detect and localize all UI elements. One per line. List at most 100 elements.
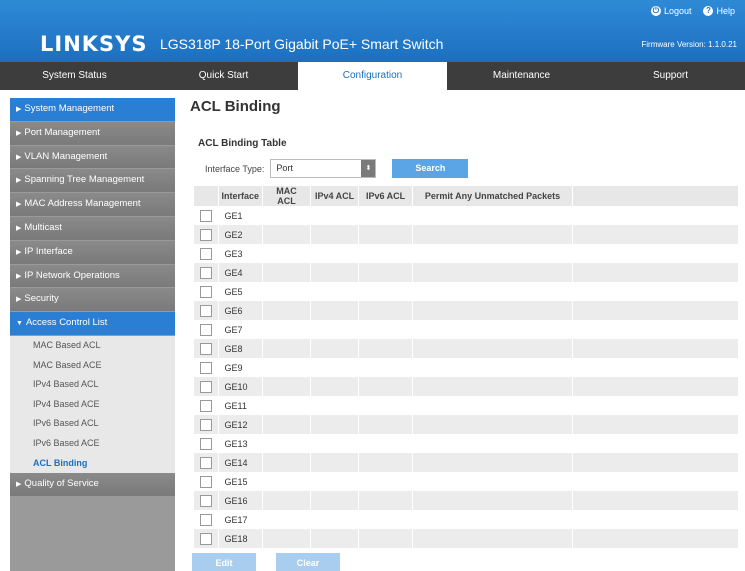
row-select-cell xyxy=(194,529,219,548)
spacer-cell xyxy=(572,358,739,377)
row-checkbox[interactable] xyxy=(199,342,212,355)
ipv4-acl-cell xyxy=(310,415,360,434)
ipv6-acl-cell xyxy=(358,320,414,339)
triangle-right-icon: ▶ xyxy=(16,481,22,489)
mac-acl-cell xyxy=(262,434,312,453)
sidebar-subitem-ipv4-based-acl[interactable]: IPv4 Based ACL xyxy=(10,375,175,395)
ipv4-acl-cell xyxy=(310,377,360,396)
sidebar-item-spanning-tree[interactable]: ▶ Spanning Tree Management xyxy=(10,169,175,193)
sidebar-item-security[interactable]: ▶ Security xyxy=(10,288,175,312)
permit-any-cell xyxy=(412,491,574,510)
ipv4-acl-cell xyxy=(310,263,360,282)
sidebar-subitem-mac-based-acl[interactable]: MAC Based ACL xyxy=(10,336,175,356)
sidebar-item-label: Access Control List xyxy=(25,317,108,329)
row-checkbox[interactable] xyxy=(199,285,212,298)
row-select-cell xyxy=(194,320,219,339)
sidebar-item-quality-of-service[interactable]: ▶ Quality of Service xyxy=(10,473,175,496)
clear-button[interactable]: Clear xyxy=(276,553,340,571)
column-header-mac-acl: MAC ACL xyxy=(262,186,312,206)
row-checkbox[interactable] xyxy=(199,475,212,488)
sidebar-item-label: Multicast xyxy=(24,221,62,233)
tab-support[interactable]: Support xyxy=(596,62,745,90)
mac-acl-cell xyxy=(262,491,312,510)
sidebar-item-mac-address[interactable]: ▶ MAC Address Management xyxy=(10,193,175,216)
sidebar-subitem-mac-based-ace[interactable]: MAC Based ACE xyxy=(10,356,175,376)
mac-acl-cell xyxy=(262,358,312,377)
spacer-cell xyxy=(572,453,739,472)
row-checkbox[interactable] xyxy=(199,228,212,241)
tab-quick-start[interactable]: Quick Start xyxy=(149,62,298,90)
row-checkbox[interactable] xyxy=(199,361,212,374)
tab-configuration[interactable]: Configuration xyxy=(298,62,447,90)
sidebar-subnav: MAC Based ACL MAC Based ACE IPv4 Based A… xyxy=(10,335,175,474)
row-checkbox[interactable] xyxy=(199,380,212,393)
row-select-cell xyxy=(194,453,219,472)
permit-any-cell xyxy=(412,415,574,434)
action-buttons: Edit Clear xyxy=(192,553,340,571)
triangle-down-icon: ▼ xyxy=(16,320,23,328)
row-checkbox[interactable] xyxy=(199,247,212,260)
ipv6-acl-cell xyxy=(358,396,414,415)
tab-maintenance[interactable]: Maintenance xyxy=(447,62,596,90)
sidebar-item-vlan-management[interactable]: ▶ VLAN Management xyxy=(10,145,175,169)
row-select-cell xyxy=(194,434,219,453)
row-checkbox[interactable] xyxy=(199,418,212,431)
permit-any-cell xyxy=(412,263,574,282)
row-checkbox[interactable] xyxy=(199,456,212,469)
table-header-row: Interface MAC ACL IPv4 ACL IPv6 ACL Perm… xyxy=(194,186,739,206)
interface-type-select[interactable]: Port ⬍ xyxy=(270,159,377,178)
row-checkbox[interactable] xyxy=(199,513,212,526)
sidebar-item-multicast[interactable]: ▶ Multicast xyxy=(10,216,175,240)
sidebar-item-ip-interface[interactable]: ▶ IP Interface xyxy=(10,240,175,264)
row-checkbox[interactable] xyxy=(199,399,212,412)
sidebar-item-label: System Management xyxy=(24,103,115,114)
row-checkbox[interactable] xyxy=(199,437,212,450)
row-select-cell xyxy=(194,510,219,529)
sidebar-item-access-control-list[interactable]: ▼ Access Control List xyxy=(10,312,175,335)
ipv6-acl-cell xyxy=(358,453,414,472)
triangle-right-icon: ▶ xyxy=(16,106,22,113)
row-select-cell xyxy=(194,206,219,225)
row-checkbox[interactable] xyxy=(199,323,212,336)
interface-cell: GE5 xyxy=(218,282,264,301)
sidebar-item-label: Security xyxy=(24,293,59,305)
spacer-cell xyxy=(572,529,739,548)
row-checkbox[interactable] xyxy=(199,532,212,545)
sidebar-subitem-acl-binding[interactable]: ACL Binding xyxy=(10,454,175,474)
row-checkbox[interactable] xyxy=(199,494,212,507)
logout-link[interactable]: ⏻ Logout xyxy=(650,6,691,16)
row-checkbox[interactable] xyxy=(199,304,212,317)
table-row: GE1 xyxy=(194,206,739,225)
triangle-right-icon: ▶ xyxy=(16,296,22,304)
permit-any-cell xyxy=(412,244,574,263)
page-title: ACL Binding xyxy=(190,98,281,115)
edit-button[interactable]: Edit xyxy=(192,553,256,571)
row-select-cell xyxy=(194,396,219,415)
ipv4-acl-cell xyxy=(310,244,360,263)
row-select-cell xyxy=(194,244,219,263)
sidebar-item-label: IP Network Operations xyxy=(24,269,120,281)
sidebar-subitem-ipv6-based-acl[interactable]: IPv6 Based ACL xyxy=(10,414,175,434)
sidebar-item-label: Spanning Tree Management xyxy=(24,174,145,186)
tab-system-status[interactable]: System Status xyxy=(0,62,149,90)
row-checkbox[interactable] xyxy=(199,209,212,222)
sidebar-item-label: MAC Address Management xyxy=(24,198,141,210)
table-row: GE15 xyxy=(194,472,739,491)
row-select-cell xyxy=(194,491,219,510)
sidebar-item-system-management[interactable]: ▶ System Management xyxy=(10,98,175,121)
sidebar-subitem-ipv4-based-ace[interactable]: IPv4 Based ACE xyxy=(10,395,175,415)
row-checkbox[interactable] xyxy=(199,266,212,279)
sidebar-item-port-management[interactable]: ▶ Port Management xyxy=(10,121,175,145)
help-link[interactable]: ? Help xyxy=(703,6,735,16)
permit-any-cell xyxy=(412,282,574,301)
sidebar-subitem-ipv6-based-ace[interactable]: IPv6 Based ACE xyxy=(10,434,175,454)
row-select-cell xyxy=(194,263,219,282)
sidebar-item-ip-network-operations[interactable]: ▶ IP Network Operations xyxy=(10,264,175,288)
help-label: Help xyxy=(716,6,735,16)
search-button[interactable]: Search xyxy=(392,159,469,178)
spacer-cell xyxy=(572,491,739,510)
table-row: GE6 xyxy=(194,301,739,320)
table-row: GE17 xyxy=(194,510,739,529)
ipv6-acl-cell xyxy=(358,206,414,225)
help-icon: ? xyxy=(703,6,714,16)
